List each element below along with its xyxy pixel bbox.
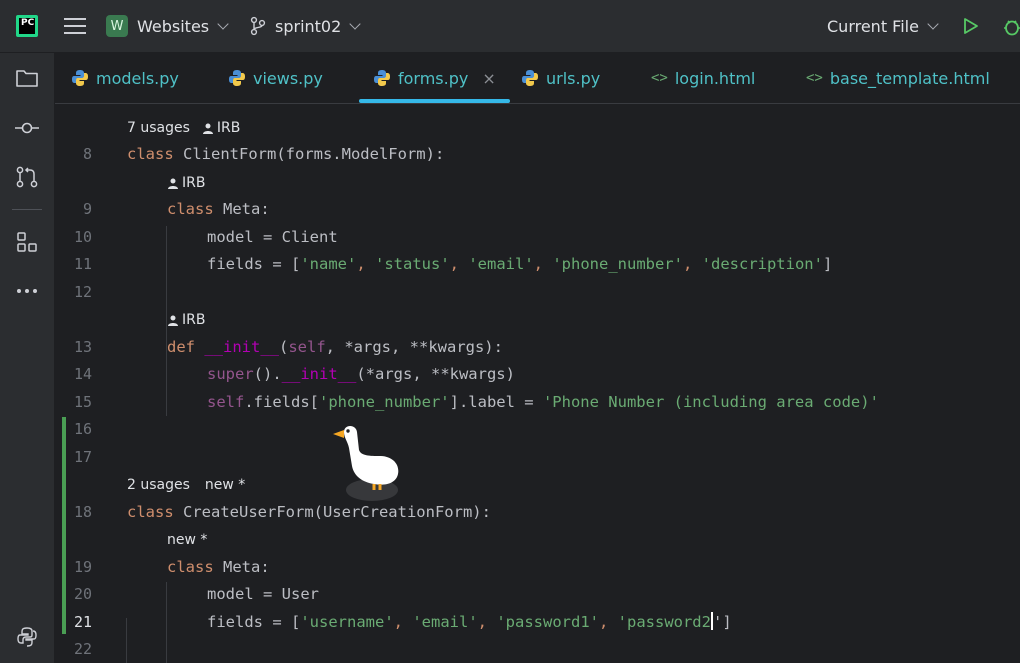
line-number: 20 [73,585,92,603]
user-icon [202,123,213,134]
debug-button[interactable] [1002,0,1020,52]
branch-name: sprint02 [275,16,342,36]
hamburger-icon [64,18,86,34]
line-number: 14 [73,365,92,383]
line-number: 22 [73,640,92,658]
branch-switcher[interactable]: sprint02 [250,0,361,52]
author-name: IRB [182,312,206,328]
tab-forms-py[interactable]: forms.py × [359,53,510,103]
play-icon [964,18,978,34]
line-number: 8 [82,145,92,163]
tab-label: login.html [674,68,756,88]
structure-tool-button[interactable] [14,229,40,255]
chevron-down-icon [927,18,939,30]
code-line: self.fields['phone_number'].label = 'Pho… [207,393,879,411]
python-file-icon [71,69,89,87]
html-file-icon: <> [651,70,668,86]
project-badge: W [106,15,128,37]
tab-urls-py[interactable]: urls.py [521,53,600,103]
code-line: class ClientForm(forms.ModelForm): [127,145,445,163]
chevron-down-icon [217,18,229,30]
tab-label: views.py [253,68,323,88]
line-number: 10 [73,228,92,246]
code-line: model = User [207,585,319,603]
structure-icon [17,232,37,252]
line-number-current: 21 [73,613,92,631]
new-status: new * [204,477,246,493]
code-line: fields = ['name', 'status', 'email', 'ph… [207,255,833,273]
folder-icon [16,70,38,87]
line-number: 16 [73,420,92,438]
project-name: Websites [137,16,210,36]
commit-tool-button[interactable] [14,115,40,141]
pull-request-icon [16,166,38,188]
tab-login-html[interactable]: <> login.html [651,53,755,103]
pull-requests-tool-button[interactable] [14,164,40,190]
project-tool-button[interactable] [14,65,40,91]
inlay-hint-usages[interactable]: 7 usages IRB [127,119,240,137]
app-icon-text: PC [21,18,35,28]
tab-label: urls.py [546,68,601,88]
main-menu-button[interactable] [64,0,86,52]
tool-window-strip [0,53,55,663]
pycharm-logo-icon: PC [16,0,38,52]
git-branch-icon [250,16,266,36]
project-switcher[interactable]: W Websites [106,0,229,52]
code-editor[interactable]: 8 9 10 11 12 13 14 15 16 17 18 19 20 21 … [55,104,1020,663]
html-file-icon: <> [806,70,823,86]
user-icon [168,178,178,189]
run-config-label: Current File [827,16,919,36]
code-line: class CreateUserForm(UserCreationForm): [127,503,491,521]
author-name: IRB [216,120,241,136]
inlay-hint-author[interactable]: IRB [155,174,205,192]
goose-icon [333,426,399,501]
line-number: 15 [73,393,92,411]
title-bar: PC W Websites sprint02 Current File [0,0,1020,53]
usages-count: 2 usages [127,477,190,493]
run-configuration-selector[interactable]: Current File [827,0,939,52]
tab-views-py[interactable]: views.py [228,53,323,103]
code-line: super().__init__(*args, **kwargs) [207,365,515,383]
tab-label: forms.py [398,68,469,88]
inlay-hint-usages[interactable]: 2 usages new * [127,476,245,494]
code-line: def __init__(self, *args, **kwargs): [167,338,503,356]
close-tab-icon[interactable]: × [482,69,495,88]
code-line: class Meta: [167,200,270,218]
python-file-icon [373,69,391,87]
inlay-hint-author[interactable]: IRB [155,311,205,329]
line-number: 13 [73,338,92,356]
tab-base-template-html[interactable]: <> base_template.html [806,53,990,103]
code-line: model = Client [207,228,338,246]
line-number: 18 [73,503,92,521]
user-icon [168,315,178,326]
new-status: new * [167,532,208,548]
code-line-current: fields = ['username', 'email', 'password… [207,612,732,631]
author-name: IRB [182,175,206,191]
editor-tab-bar: models.py views.py forms.py × urls.py <>… [55,53,1020,104]
tab-models-py[interactable]: models.py [71,53,179,103]
bug-icon [1004,20,1020,36]
python-file-icon [228,69,246,87]
commit-icon [15,122,39,134]
python-console-button[interactable] [14,624,40,650]
more-tools-button[interactable] [14,278,40,304]
more-horizontal-icon [17,289,37,293]
tab-label: base_template.html [829,68,990,88]
tab-label: models.py [96,68,179,88]
run-button[interactable] [960,0,980,52]
line-number: 9 [82,200,92,218]
usages-count: 7 usages [127,120,190,136]
line-number: 11 [73,255,92,273]
code-line: class Meta: [167,558,270,576]
line-number: 17 [73,448,92,466]
python-console-icon [17,627,37,647]
inlay-hint-new[interactable]: new * [167,531,207,549]
chevron-down-icon [349,18,361,30]
python-file-icon [521,69,539,87]
line-number: 19 [73,558,92,576]
line-number: 12 [73,283,92,301]
